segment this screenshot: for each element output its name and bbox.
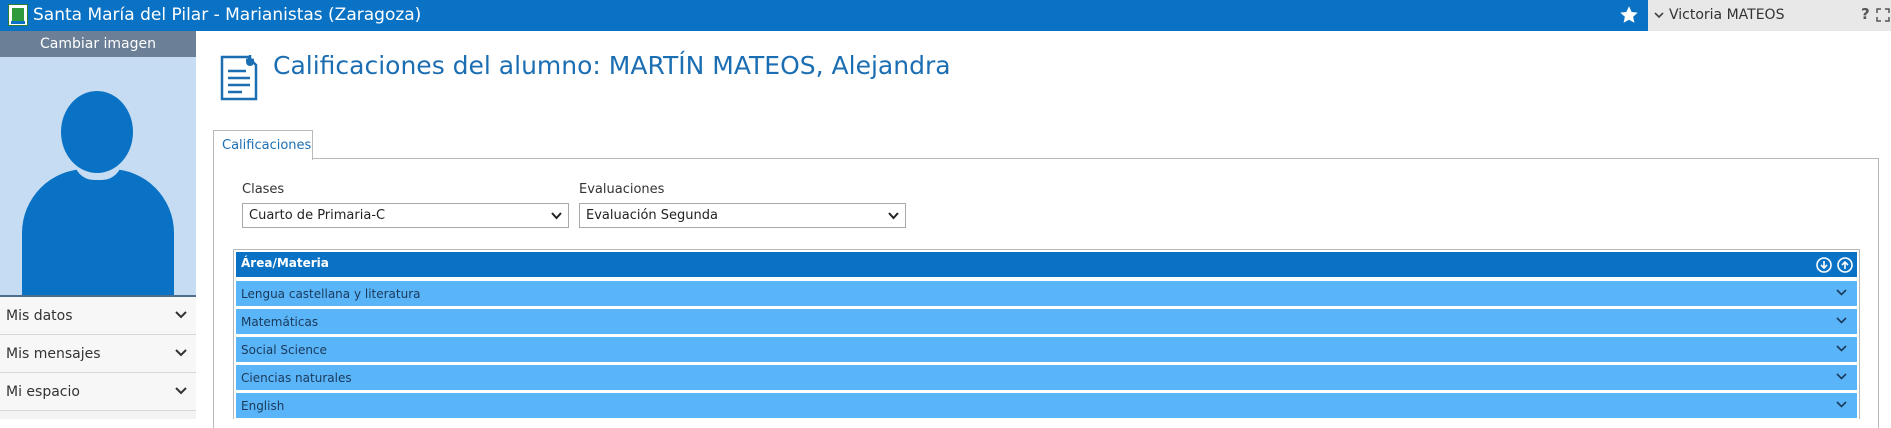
chevron-down-icon <box>175 349 187 357</box>
subject-name: Matemáticas <box>241 315 319 329</box>
subject-name: English <box>241 399 285 413</box>
user-name: Victoria MATEOS <box>1669 7 1785 23</box>
chevron-down-icon <box>1836 373 1847 380</box>
column-header-area-materia: Área/Materia <box>241 256 329 270</box>
chevron-down-icon <box>551 212 562 220</box>
subject-name: Social Science <box>241 343 327 357</box>
help-icon[interactable]: ? <box>1861 5 1870 23</box>
chevron-down-icon <box>1836 289 1847 296</box>
sidebar-item-label: Mis mensajes <box>6 346 101 362</box>
document-icon <box>220 55 258 101</box>
clases-select[interactable]: Cuarto de Primaria-C <box>242 203 569 228</box>
table-row[interactable]: English <box>236 393 1857 418</box>
expand-all-icon[interactable] <box>1816 257 1832 273</box>
table-row[interactable]: Ciencias naturales <box>236 365 1857 390</box>
school-logo-icon <box>8 4 28 26</box>
app-title: Santa María del Pilar - Marianistas (Zar… <box>33 5 422 25</box>
avatar-head <box>61 91 133 173</box>
evaluaciones-select[interactable]: Evaluación Segunda <box>579 203 906 228</box>
change-image-button[interactable]: Cambiar imagen <box>0 31 196 57</box>
grades-table: Área/Materia Lengua castellana y literat… <box>233 249 1860 419</box>
chevron-down-icon <box>1836 317 1847 324</box>
table-header: Área/Materia <box>236 252 1857 277</box>
table-row[interactable]: Lengua castellana y literatura <box>236 281 1857 306</box>
chevron-down-icon <box>175 387 187 395</box>
evaluaciones-label: Evaluaciones <box>579 182 665 197</box>
avatar-body <box>22 169 174 297</box>
chevron-down-icon <box>888 212 899 220</box>
subject-name: Ciencias naturales <box>241 371 352 385</box>
table-row[interactable]: Matemáticas <box>236 309 1857 334</box>
clases-label: Clases <box>242 182 285 197</box>
collapse-all-icon[interactable] <box>1837 257 1853 273</box>
evaluaciones-select-value: Evaluación Segunda <box>586 208 718 223</box>
clases-select-value: Cuarto de Primaria-C <box>249 208 386 223</box>
sidebar-item-label: Mis datos <box>6 308 73 324</box>
tab-calificaciones[interactable]: Calificaciones <box>213 130 313 160</box>
chevron-down-icon <box>175 311 187 319</box>
table-row[interactable]: Social Science <box>236 337 1857 362</box>
sidebar: Cambiar imagen 2021-2022 Mis datos Mis m… <box>0 31 196 419</box>
star-icon[interactable] <box>1618 4 1640 26</box>
user-menu[interactable]: Victoria MATEOS ? <box>1648 0 1891 31</box>
top-bar: Santa María del Pilar - Marianistas (Zar… <box>0 0 1891 31</box>
page-title: Calificaciones del alumno: MARTÍN MATEOS… <box>273 51 951 80</box>
tab-label: Calificaciones <box>222 138 312 153</box>
subject-name: Lengua castellana y literatura <box>241 287 421 301</box>
chevron-down-icon <box>1836 345 1847 352</box>
chevron-down-icon <box>1836 401 1847 408</box>
fullscreen-icon[interactable] <box>1876 8 1890 22</box>
sidebar-item-label: Mi espacio <box>6 384 80 400</box>
sidebar-item-mis-mensajes[interactable]: Mis mensajes <box>0 335 196 373</box>
sidebar-item-mis-datos[interactable]: Mis datos <box>0 297 196 335</box>
chevron-down-icon <box>1654 12 1664 19</box>
avatar: 2021-2022 <box>0 57 196 297</box>
sidebar-item-mi-espacio[interactable]: Mi espacio <box>0 373 196 411</box>
